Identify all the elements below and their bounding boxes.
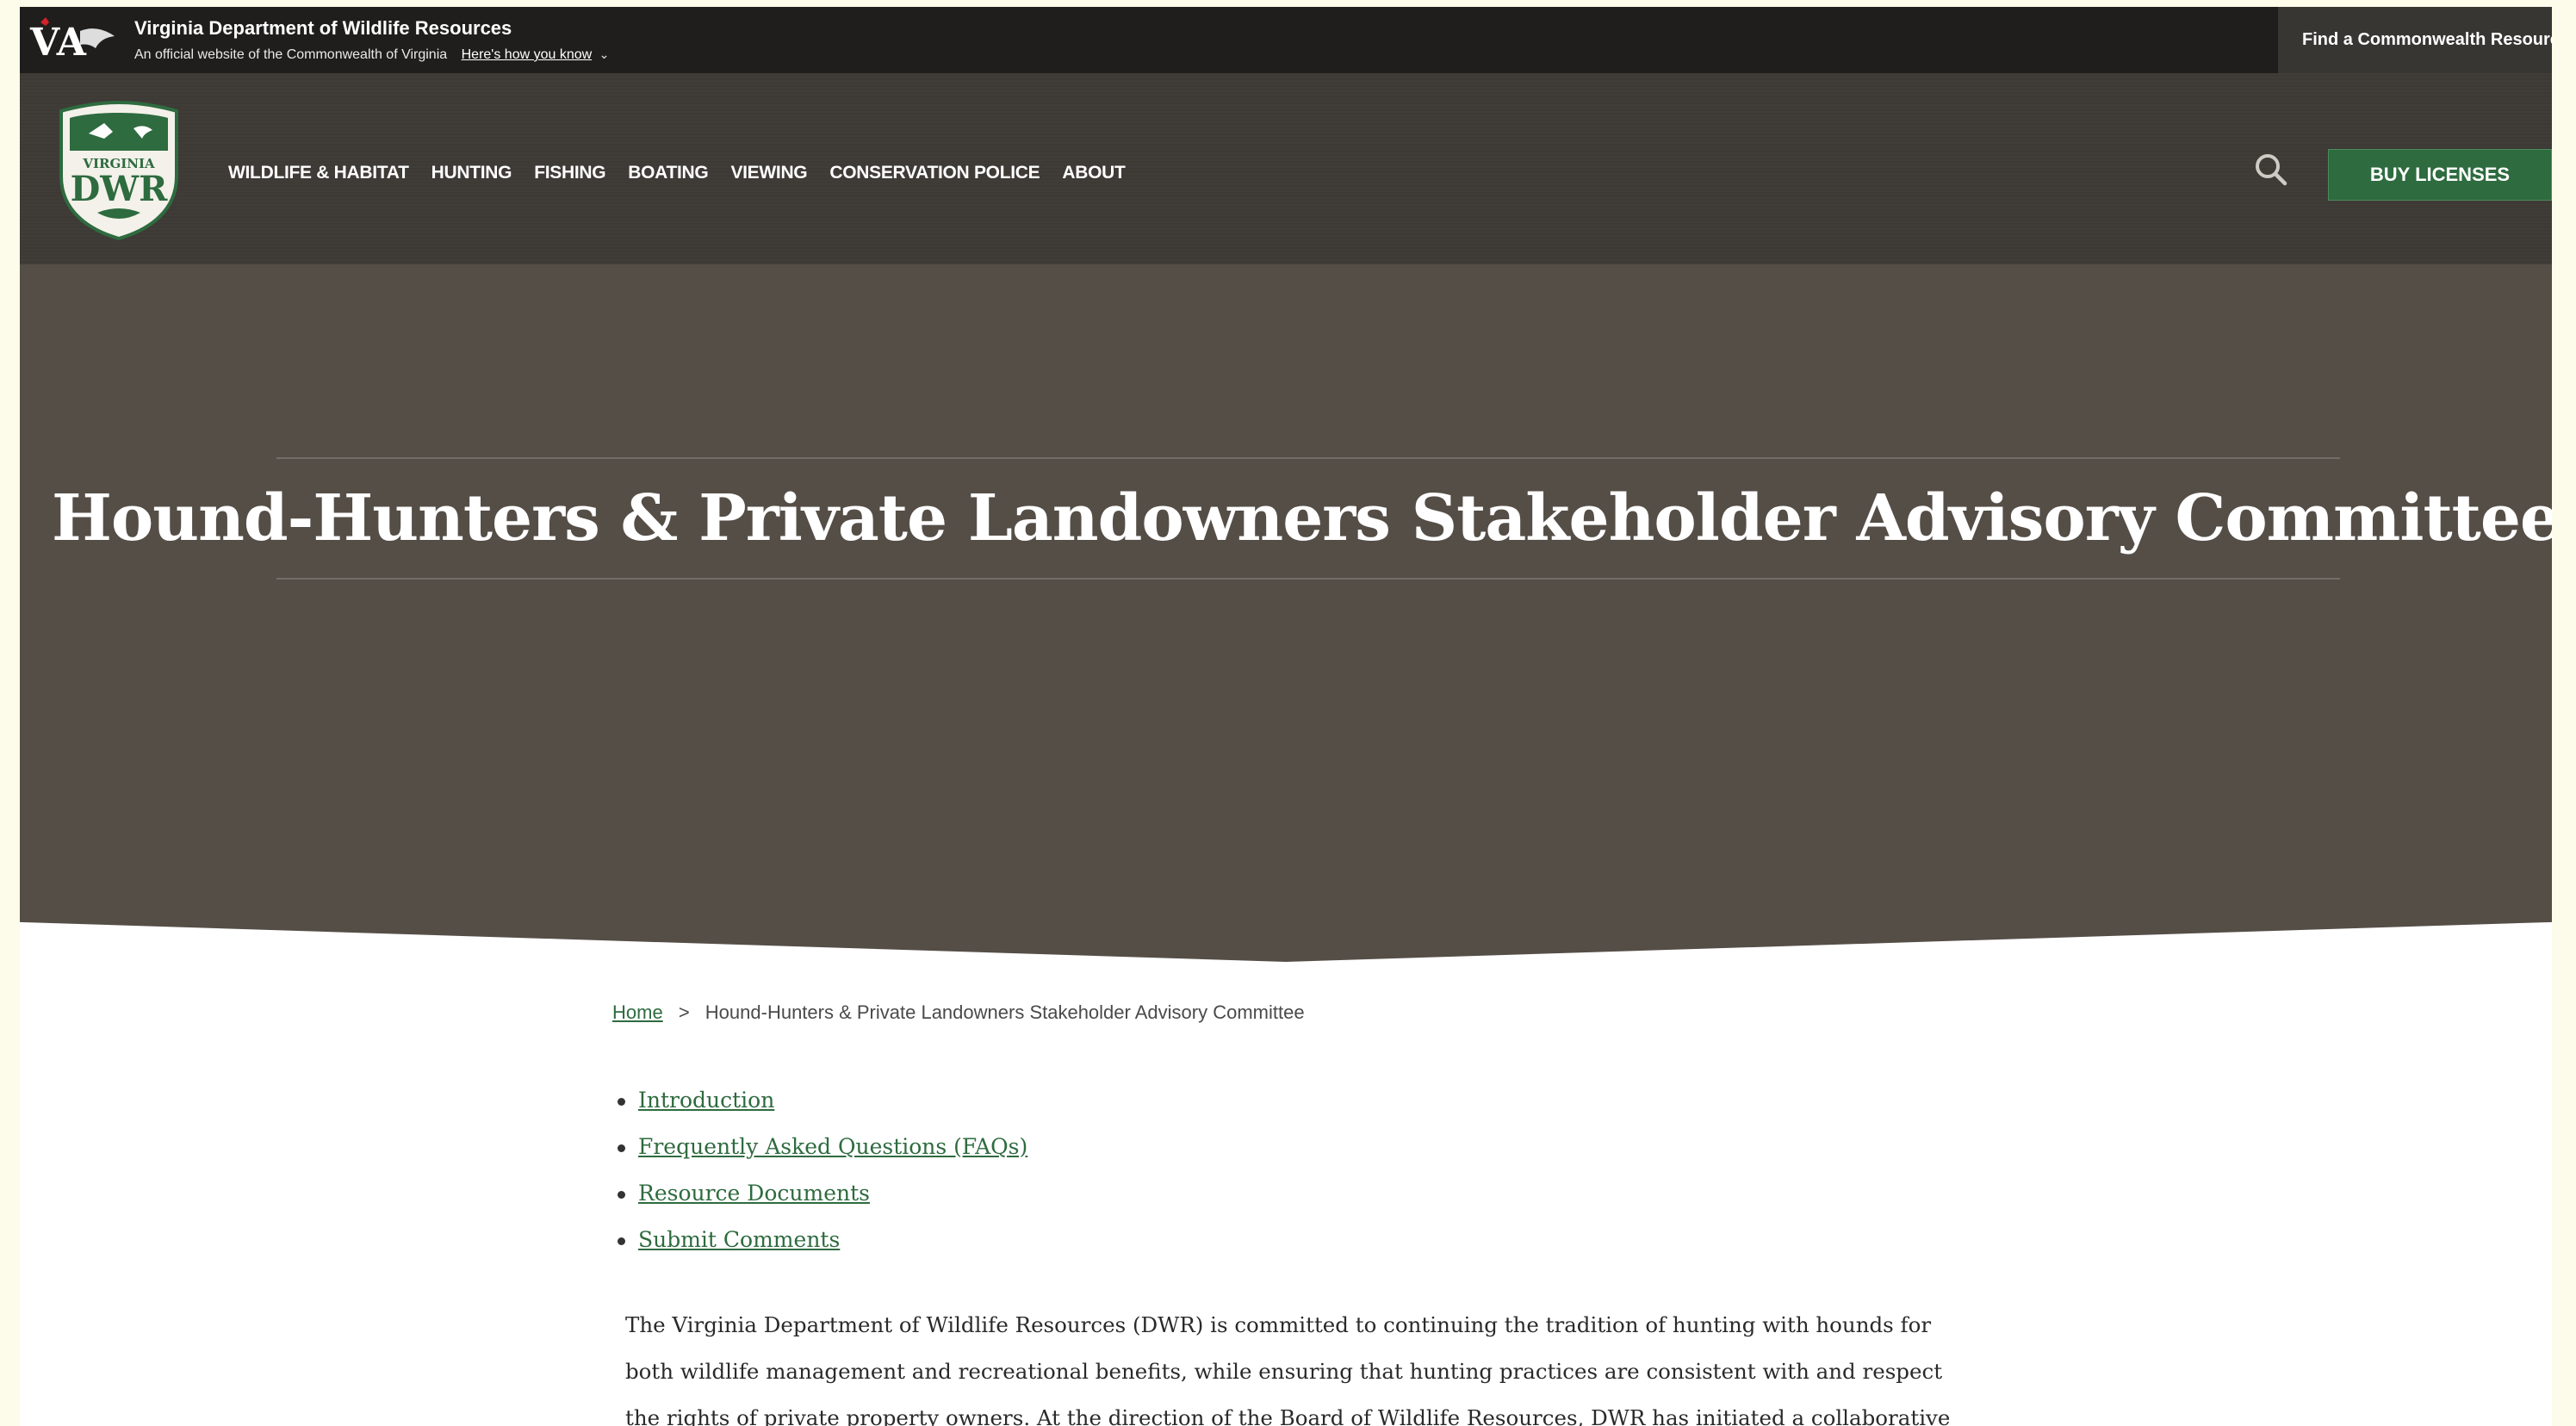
list-item: Resource Documents xyxy=(617,1181,1027,1227)
find-commonwealth-resource-button[interactable]: Find a Commonwealth Resource xyxy=(2278,7,2552,73)
page-hero: Hound-Hunters & Private Landowners Stake… xyxy=(20,264,2552,962)
nav-item-boating[interactable]: BOATING xyxy=(628,163,708,183)
agency-name: Virginia Department of Wildlife Resource… xyxy=(134,17,512,39)
intro-paragraph: The Virginia Department of Wildlife Reso… xyxy=(625,1312,1951,1426)
introduction-link[interactable]: Introduction xyxy=(638,1088,774,1113)
breadcrumb-home-link[interactable]: Home xyxy=(612,1001,663,1023)
nav-item-about[interactable]: ABOUT xyxy=(1062,163,1125,183)
find-resource-label: Find a Commonwealth Resource xyxy=(2302,30,2552,49)
nav-item-wildlife-habitat[interactable]: WILDLIFE & HABITAT xyxy=(228,163,409,183)
official-site-note: An official website of the Commonwealth … xyxy=(134,47,609,63)
buy-licenses-button[interactable]: BUY LICENSES xyxy=(2328,149,2552,201)
nav-item-viewing[interactable]: VIEWING xyxy=(730,163,807,183)
logo-dwr-text: DWR xyxy=(71,169,169,209)
hero-top-divider xyxy=(276,457,2340,459)
va-flag-logo[interactable]: VA xyxy=(28,14,121,67)
list-item: Frequently Asked Questions (FAQs) xyxy=(617,1134,1027,1181)
page-section-links: Introduction Frequently Asked Questions … xyxy=(617,1088,1027,1274)
breadcrumb-current: Hound-Hunters & Private Landowners Stake… xyxy=(705,1001,1305,1023)
nav-item-hunting[interactable]: HUNTING xyxy=(431,163,512,183)
faqs-link[interactable]: Frequently Asked Questions (FAQs) xyxy=(638,1134,1027,1159)
breadcrumb: Home > Hound-Hunters & Private Landowner… xyxy=(612,1001,1305,1024)
page-title: Hound-Hunters & Private Landowners Stake… xyxy=(52,481,2552,555)
official-site-text: An official website of the Commonwealth … xyxy=(134,47,448,62)
resource-documents-link[interactable]: Resource Documents xyxy=(638,1181,870,1206)
breadcrumb-separator: > xyxy=(678,1001,690,1023)
search-icon[interactable] xyxy=(2252,151,2290,189)
dwr-shield-logo[interactable]: VIRGINIA DWR xyxy=(54,99,183,241)
list-item: Introduction xyxy=(617,1088,1027,1134)
nav-menu: WILDLIFE & HABITAT HUNTING FISHING BOATI… xyxy=(228,163,1126,183)
nav-item-fishing[interactable]: FISHING xyxy=(534,163,605,183)
submit-comments-link[interactable]: Submit Comments xyxy=(638,1227,840,1252)
list-item: Submit Comments xyxy=(617,1227,1027,1274)
chevron-down-icon: ⌄ xyxy=(599,47,610,61)
nav-item-conservation-police[interactable]: CONSERVATION POLICE xyxy=(829,163,1040,183)
hero-bottom-divider xyxy=(276,578,2340,580)
browser-viewport: VA Virginia Department of Wildlife Resou… xyxy=(20,7,2552,1426)
svg-text:VA: VA xyxy=(29,21,87,65)
heres-how-you-know-link[interactable]: Here's how you know xyxy=(462,47,593,62)
main-navigation: VIRGINIA DWR WILDLIFE & HABITAT HUNTING … xyxy=(20,73,2552,264)
official-site-banner: VA Virginia Department of Wildlife Resou… xyxy=(20,7,2552,73)
